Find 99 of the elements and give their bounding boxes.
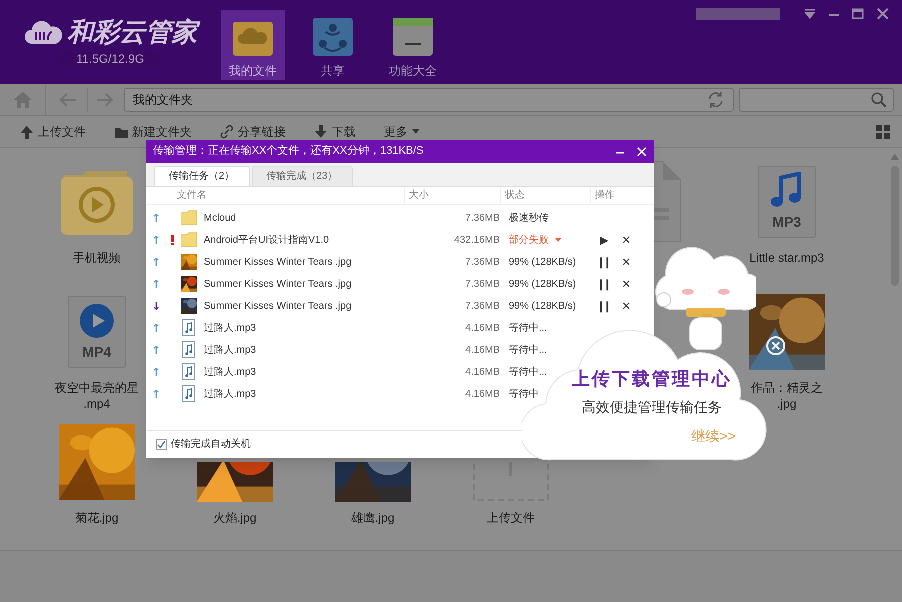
status-cell-text: 等待中...	[509, 322, 548, 336]
status-cell-text: 99% (128KB/s)	[509, 278, 576, 292]
file-name-cell-text: 过路人.mp3	[203, 388, 258, 402]
file-name: 上传文件	[487, 510, 535, 526]
status-cell-text: 99% (128KB/s)	[509, 256, 576, 270]
close-circle-icon[interactable]	[766, 336, 786, 356]
size-cell-text: 7.36MB	[464, 212, 500, 226]
file-name: 作品：精灵之 .jpg	[751, 380, 823, 412]
toolbar-button[interactable]: 上传文件	[20, 122, 86, 140]
size-cell-text: 4.16MB	[464, 366, 500, 380]
file-name: 夜空中最亮的星 .mp4	[55, 380, 139, 412]
status-cell-text: 等待中...	[509, 344, 548, 358]
music-file-icon: MP3	[758, 166, 816, 238]
status-cell-text: 99% (128KB/s)	[509, 300, 576, 314]
toolbox-icon	[391, 16, 435, 58]
maximize-icon[interactable]	[852, 8, 864, 20]
nav-tab[interactable]: 共享	[301, 10, 365, 80]
row-action-button[interactable]: ▶	[596, 234, 610, 246]
size-cell-text: 7.36MB	[464, 300, 500, 314]
search-field[interactable]	[739, 88, 894, 112]
file-name-cell-text: Summer Kisses Winter Tears .jpg	[203, 278, 353, 292]
cloud-logo-icon	[24, 18, 64, 46]
file-name-cell-text: Android平台UI设计指南V1.0	[203, 234, 330, 248]
toolbar-button[interactable]: 更多	[384, 122, 420, 140]
promo-title: 上传下载管理中心	[572, 368, 732, 391]
file-name-cell-text: Summer Kisses Winter Tears .jpg	[203, 300, 353, 314]
dropdown-icon[interactable]	[804, 9, 816, 19]
dialog-tab[interactable]: 传输任务（2）	[154, 166, 250, 186]
file-name: 火焰.jpg	[213, 510, 257, 526]
file-name-cell-text: 过路人.mp3	[203, 344, 258, 358]
share-nodes-icon	[311, 16, 355, 58]
music-file-icon	[182, 341, 196, 359]
search-icon[interactable]	[871, 92, 887, 108]
transfer-direction-arrow: ↑	[152, 278, 162, 290]
status-cell-text: 部分失败	[509, 234, 549, 248]
status-cell-text: 等待中	[509, 388, 539, 402]
path-field[interactable]: 我的文件夹	[124, 88, 734, 112]
auto-shutdown-label: 传输完成自动关机	[171, 438, 251, 452]
download-icon	[314, 124, 328, 138]
transfer-direction-arrow: ↑	[152, 212, 162, 224]
transfer-direction-arrow: ↑	[152, 366, 162, 378]
file-name-cell-text: Summer Kisses Winter Tears .jpg	[203, 256, 353, 270]
nav-tab[interactable]: 我的文件	[221, 10, 285, 80]
file-name: 手机视频	[73, 250, 121, 266]
row-action-button[interactable]: ✕	[618, 256, 632, 268]
close-icon[interactable]	[876, 7, 890, 21]
storage-usage: 11.5G/12.9G	[58, 52, 162, 66]
row-action-button[interactable]: ❙❙	[596, 278, 610, 290]
row-action-button[interactable]: ✕	[618, 278, 632, 290]
file-name-cell-text: Mcloud	[203, 212, 238, 226]
toolbar-button[interactable]: 分享链接	[220, 122, 286, 140]
column-header: 文件名	[176, 188, 208, 203]
music-file-icon	[182, 385, 196, 403]
row-action-button[interactable]: ❙❙	[596, 256, 610, 268]
folder-icon	[181, 232, 197, 248]
music-file-icon	[182, 363, 196, 381]
music-file-icon	[182, 319, 196, 337]
transfer-direction-arrow: ↑	[152, 388, 162, 400]
transfer-direction-arrow: ↑	[152, 322, 162, 334]
size-cell-text: 7.36MB	[464, 256, 500, 270]
column-header: 大小	[404, 188, 500, 203]
upload-placeholder-icon	[472, 462, 550, 502]
size-cell-text: 432.16MB	[453, 234, 500, 248]
file-name: 菊花.jpg	[75, 510, 119, 526]
file-name-cell-text: 过路人.mp3	[203, 322, 258, 336]
column-header: 操作	[590, 188, 654, 203]
row-action-button[interactable]: ✕	[618, 300, 632, 312]
status-cell-text: 极速秒传	[509, 212, 549, 226]
transfer-direction-arrow: ↑	[152, 344, 162, 356]
dialog-title: 传输管理：正在传输XX个文件，还有XX分钟，131KB/S	[153, 144, 425, 160]
status-cell-text: 等待中...	[509, 366, 548, 380]
file-name: Little star.mp3	[750, 250, 824, 266]
file-name: 雄鹰.jpg	[351, 510, 395, 526]
auto-shutdown-checkbox[interactable]	[156, 439, 167, 450]
size-cell-text: 7.36MB	[464, 278, 500, 292]
column-header: 状态	[500, 188, 590, 203]
upload-icon	[20, 124, 34, 138]
size-cell-text: 4.16MB	[464, 388, 500, 402]
row-action-button[interactable]: ✕	[618, 234, 632, 246]
toolbar-button[interactable]: 下载	[314, 122, 356, 140]
transfer-direction-arrow: ↑	[152, 256, 162, 268]
grid-view-icon[interactable]	[876, 124, 890, 138]
caret-icon	[412, 129, 420, 134]
size-cell-text: 4.16MB	[464, 344, 500, 358]
promo-subtitle: 高效便捷管理传输任务	[582, 398, 722, 417]
video-file-icon: MP4	[68, 296, 126, 368]
alert-icon	[170, 234, 174, 246]
toolbar-button[interactable]: 新建文件夹	[114, 122, 192, 140]
folder-icon	[181, 210, 197, 226]
size-cell-text: 4.16MB	[464, 322, 500, 336]
transfer-direction-arrow: ↓	[152, 300, 162, 312]
dialog-tab[interactable]: 传输完成（23）	[252, 166, 353, 186]
nav-tab[interactable]: 功能大全	[381, 10, 445, 80]
row-action-button[interactable]: ❙❙	[596, 300, 610, 312]
caret-icon	[555, 238, 562, 242]
refresh-icon[interactable]	[707, 90, 725, 108]
link-icon	[220, 124, 234, 138]
file-name-cell-text: 过路人.mp3	[203, 366, 258, 380]
transfer-direction-arrow: ↑	[152, 234, 162, 246]
